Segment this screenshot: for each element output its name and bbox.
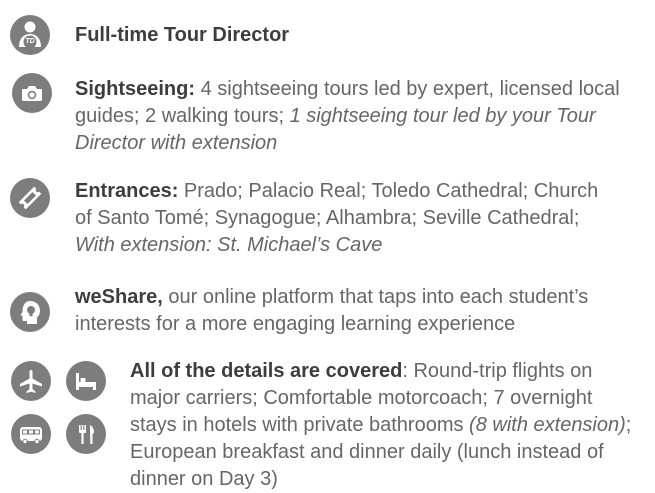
tour-director-heading: Full-time Tour Director xyxy=(75,24,290,46)
airplane-icon xyxy=(11,361,51,401)
entrances-extension-text: With extension: St. Michael’s Cave xyxy=(75,234,383,256)
fork-knife-icon xyxy=(66,414,106,454)
item-entrances: Entrances: Prado; Palacio Real; Toledo C… xyxy=(75,178,620,259)
sightseeing-heading: Sightseeing: xyxy=(75,78,196,100)
bed-icon xyxy=(66,361,106,401)
item-sightseeing: Sightseeing: 4 sightseeing tours led by … xyxy=(75,76,640,157)
item-details-covered: All of the details are covered: Round-tr… xyxy=(130,358,640,493)
tour-director-icon: TD xyxy=(10,15,50,55)
weshare-heading: weShare, xyxy=(75,286,163,308)
entrances-heading: Entrances: xyxy=(75,180,179,202)
ticket-icon xyxy=(10,178,50,218)
camera-icon xyxy=(12,73,52,113)
details-extension-text: (8 with extension) xyxy=(469,414,626,436)
item-weshare: weShare, our online platform that taps i… xyxy=(75,284,645,338)
details-heading: All of the details are covered xyxy=(130,360,403,382)
item-tour-director: Full-time Tour Director xyxy=(75,22,635,49)
bus-icon xyxy=(11,414,51,454)
td-badge-letters: TD xyxy=(25,38,35,45)
head-lightbulb-icon xyxy=(10,292,50,332)
